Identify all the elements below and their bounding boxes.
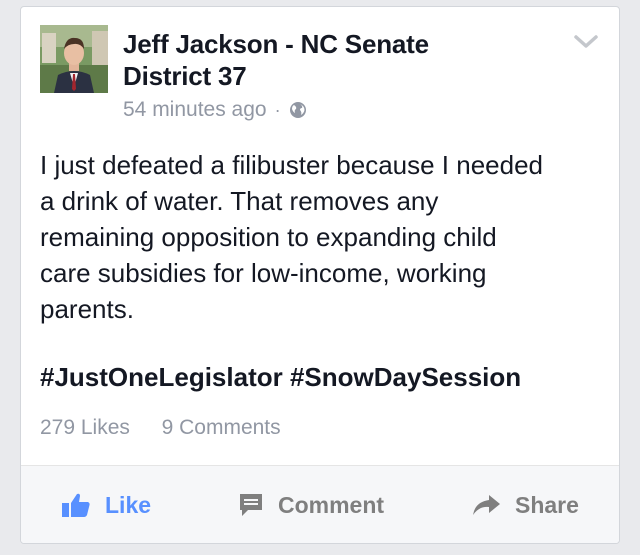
hashtag-link[interactable]: #SnowDaySession <box>290 362 521 392</box>
post-stats: 279 Likes 9 Comments <box>40 416 281 440</box>
avatar[interactable] <box>40 25 108 93</box>
hashtag-link[interactable]: #JustOneLegislator <box>40 362 283 392</box>
avatar-photo <box>40 25 108 93</box>
chevron-down-icon[interactable] <box>573 33 599 51</box>
comment-icon <box>240 494 262 516</box>
like-label: Like <box>105 491 152 518</box>
share-button[interactable]: Share <box>471 466 579 543</box>
author-name[interactable]: Jeff Jackson - NC Senate District 37 <box>123 28 523 92</box>
post-body-line: parents. <box>40 294 134 324</box>
post-body-line: remaining opposition to expanding child <box>40 222 497 252</box>
author-name-line2[interactable]: District 37 <box>123 60 523 92</box>
post-card: Jeff Jackson - NC Senate District 37 54 … <box>20 6 620 544</box>
post-body-line: a drink of water. That removes any <box>40 186 439 216</box>
likes-count[interactable]: 279 Likes <box>40 416 130 439</box>
post-meta: 54 minutes ago · <box>123 98 307 122</box>
comment-label: Comment <box>278 491 385 518</box>
comment-button[interactable]: Comment <box>238 466 385 543</box>
timestamp[interactable]: 54 minutes ago <box>123 98 267 122</box>
post-body-line: I just defeated a filibuster because I n… <box>40 150 544 180</box>
hashtags: #JustOneLegislator #SnowDaySession <box>40 362 521 393</box>
share-label: Share <box>515 491 579 518</box>
author-name-line1[interactable]: Jeff Jackson - NC Senate <box>123 28 523 60</box>
post-body: I just defeated a filibuster because I n… <box>40 147 600 327</box>
post-header: Jeff Jackson - NC Senate District 37 54 … <box>40 25 599 135</box>
like-button[interactable]: Like <box>61 466 152 543</box>
comments-count[interactable]: 9 Comments <box>162 416 281 439</box>
share-arrow-icon <box>473 495 500 515</box>
action-bar: Like Comment Share <box>21 466 619 543</box>
globe-icon[interactable] <box>289 101 307 119</box>
thumbs-up-icon <box>62 493 90 517</box>
post-body-line: care subsidies for low-income, working <box>40 258 487 288</box>
meta-separator: · <box>274 99 281 120</box>
